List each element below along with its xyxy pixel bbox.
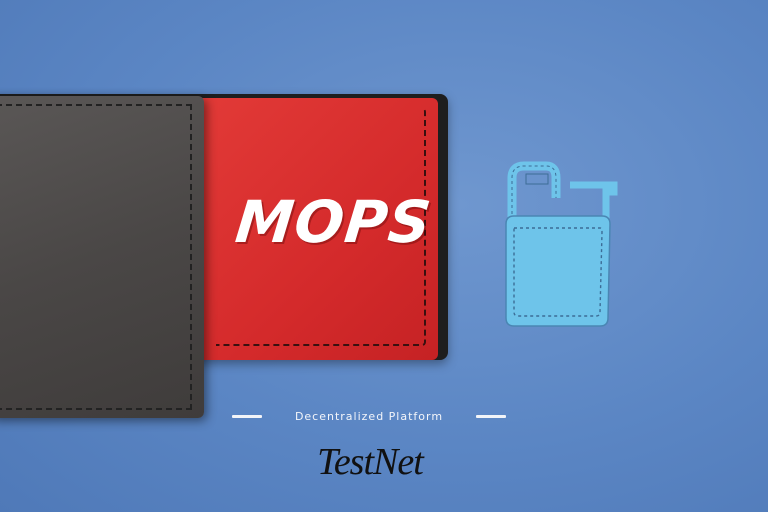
padlock-icon [498, 158, 618, 330]
tagline: Decentralized Platform [294, 409, 444, 423]
tagline-row: Decentralized Platform [232, 407, 506, 425]
wallet-icon [0, 94, 450, 418]
brand-name: MOPS [232, 188, 435, 256]
wallet-stitching [0, 104, 192, 410]
network-label: TestNet [317, 441, 424, 483]
divider-right [476, 414, 506, 418]
padlock-graphic [505, 161, 618, 327]
wallet-front-pocket [0, 96, 204, 418]
divider-left [232, 414, 262, 418]
